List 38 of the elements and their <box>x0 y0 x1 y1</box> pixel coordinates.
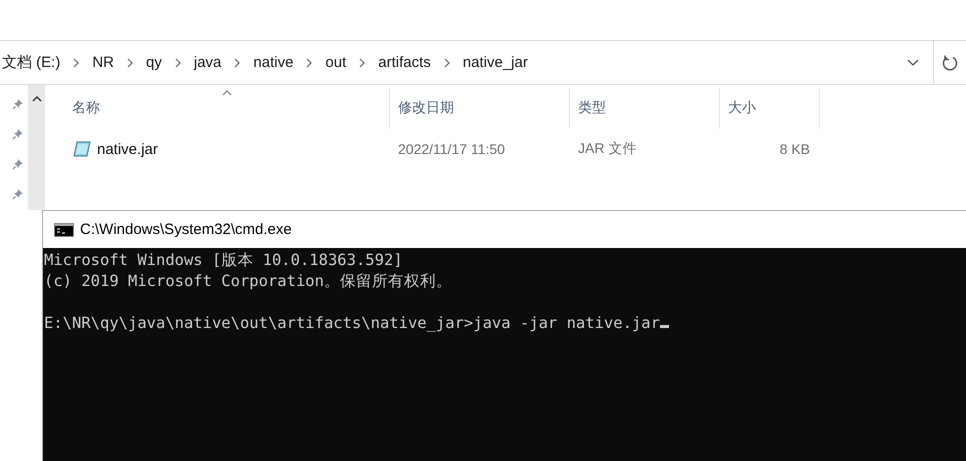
console-line: E:\NR\qy\java\native\out\artifacts\native_jar>java -jar native.jar <box>44 314 660 332</box>
chevron-right-icon[interactable] <box>127 58 134 68</box>
scroll-up-icon[interactable] <box>32 95 42 102</box>
column-header[interactable]: 大小 <box>720 87 820 129</box>
file-icon <box>73 141 91 157</box>
file-name[interactable]: native.jar <box>97 140 158 158</box>
chevron-right-icon[interactable] <box>234 58 240 68</box>
console-line: (c) 2019 Microsoft Corporation。保留所有权利。 <box>44 272 452 290</box>
console-line: Microsoft Windows [版本 10.0.18363.592] <box>44 251 403 269</box>
breadcrumb[interactable]: out <box>325 54 346 71</box>
chevron-right-icon[interactable] <box>174 58 181 68</box>
table-cell-text: 2022/11/17 11:50 <box>397 141 506 157</box>
refresh-icon[interactable] <box>942 54 958 72</box>
breadcrumb[interactable]: 文档 (E:) <box>2 53 60 72</box>
table-cell-text: 8 KB <box>778 141 811 157</box>
breadcrumb[interactable]: native_jar <box>462 54 528 71</box>
scrollbar[interactable] <box>28 85 45 210</box>
pin-icon[interactable] <box>12 98 24 110</box>
breadcrumb[interactable]: native <box>253 54 294 71</box>
column-header[interactable]: 名称 <box>45 87 390 129</box>
pin-icon[interactable] <box>12 128 24 140</box>
chevron-right-icon[interactable] <box>444 58 450 68</box>
pin-icon[interactable] <box>12 158 24 170</box>
column-header[interactable]: 类型 <box>570 87 720 129</box>
dropdown-chevron-icon[interactable] <box>907 58 919 66</box>
breadcrumb[interactable]: java <box>194 54 222 71</box>
chevron-right-icon[interactable] <box>73 58 80 68</box>
breadcrumb[interactable]: artifacts <box>378 54 431 71</box>
text-cursor <box>660 325 669 328</box>
window-title: C:\Windows\System32\cmd.exe <box>80 221 292 238</box>
table-cell-text: JAR 文件 <box>577 140 638 158</box>
column-header[interactable]: 修改日期 <box>390 87 570 129</box>
chevron-right-icon[interactable] <box>359 58 366 68</box>
console-icon <box>54 222 74 236</box>
chevron-right-icon[interactable] <box>306 58 312 68</box>
breadcrumb[interactable]: qy <box>146 54 162 71</box>
pin-icon[interactable] <box>12 188 24 200</box>
breadcrumb[interactable]: NR <box>92 54 114 71</box>
